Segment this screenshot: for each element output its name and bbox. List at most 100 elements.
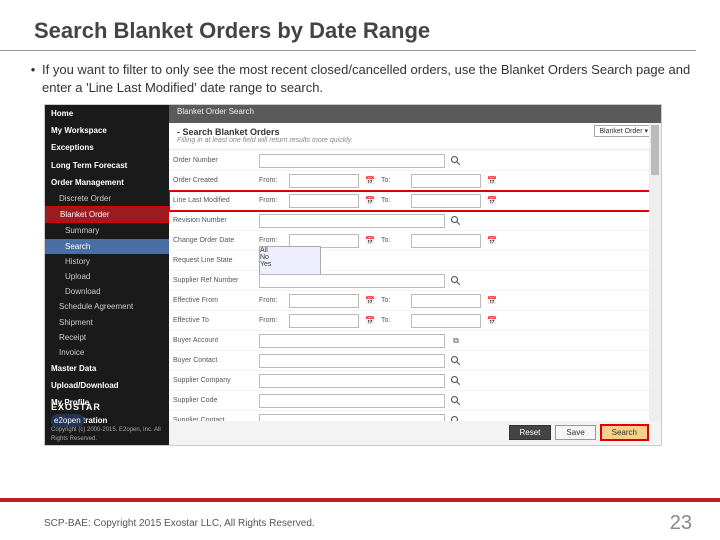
search-icon[interactable] <box>449 214 463 228</box>
nav-invoice[interactable]: Invoice <box>45 345 169 360</box>
search-icon[interactable] <box>449 394 463 408</box>
supplier-company-input[interactable] <box>259 374 445 388</box>
lbl-from: From: <box>259 177 285 184</box>
nav-exceptions[interactable]: Exceptions <box>45 139 169 156</box>
calendar-icon[interactable]: 📅 <box>485 174 499 188</box>
button-bar: Reset Save Search <box>169 423 653 441</box>
reset-button[interactable]: Reset <box>509 425 552 440</box>
effective-to-from[interactable] <box>289 314 359 328</box>
content-subtitle: Filling in at least one field will retur… <box>177 137 653 144</box>
lbl-supplier-code: Supplier Code <box>173 397 255 404</box>
e2open-logo: e2open <box>51 414 84 427</box>
nav-shipment[interactable]: Shipment <box>45 315 169 330</box>
save-button[interactable]: Save <box>555 425 595 440</box>
supplier-code-input[interactable] <box>259 394 445 408</box>
line-modified-from[interactable] <box>289 194 359 208</box>
exostar-logo: EXOSTAR <box>51 401 101 414</box>
revision-number-input[interactable] <box>259 214 445 228</box>
nav-upload[interactable]: Upload <box>45 269 169 284</box>
lbl-req-line-state: Request Line State <box>173 257 255 264</box>
row-order-number: Order Number <box>169 151 653 171</box>
change-date-to[interactable] <box>411 234 481 248</box>
content-header: - Search Blanket Orders Filling in at le… <box>169 123 661 148</box>
row-effective-to: Effective To From: 📅 To: 📅 <box>169 311 653 331</box>
search-icon[interactable] <box>449 374 463 388</box>
order-number-input[interactable] <box>259 154 445 168</box>
search-icon[interactable] <box>449 274 463 288</box>
lbl-to: To: <box>381 317 407 324</box>
order-created-from[interactable] <box>289 174 359 188</box>
nav-order-mgmt[interactable]: Order Management <box>45 174 169 191</box>
page-number: 23 <box>670 512 692 535</box>
nav-receipt[interactable]: Receipt <box>45 330 169 345</box>
calendar-icon[interactable]: 📅 <box>363 294 377 308</box>
calendar-icon[interactable]: 📅 <box>363 234 377 248</box>
line-modified-to[interactable] <box>411 194 481 208</box>
search-icon[interactable] <box>449 414 463 422</box>
row-order-created: Order Created From: 📅 To: 📅 <box>169 171 653 191</box>
scrollbar[interactable] <box>649 123 661 421</box>
effective-from-to[interactable] <box>411 294 481 308</box>
nav-workspace[interactable]: My Workspace <box>45 122 169 139</box>
supplier-ref-input[interactable] <box>259 274 445 288</box>
blanket-order-picker[interactable]: Blanket Order ▾ <box>594 125 653 137</box>
nav-discrete[interactable]: Discrete Order <box>45 191 169 206</box>
footer-copyright: SCP-BAE: Copyright 2015 Exostar LLC, All… <box>44 518 315 529</box>
effective-to-to[interactable] <box>411 314 481 328</box>
lbl-buyer-contact: Buyer Contact <box>173 357 255 364</box>
calendar-icon[interactable]: 📅 <box>363 174 377 188</box>
search-button[interactable]: Search <box>600 424 649 441</box>
lbl-from: From: <box>259 317 285 324</box>
lbl-supplier-ref: Supplier Ref Number <box>173 277 255 284</box>
lbl-supplier-company: Supplier Company <box>173 377 255 384</box>
calendar-icon[interactable]: 📅 <box>485 194 499 208</box>
nav-download[interactable]: Download <box>45 284 169 299</box>
bullet-row: • If you want to filter to only see the … <box>0 61 720 96</box>
row-supplier-company: Supplier Company <box>169 371 653 391</box>
calendar-icon[interactable]: 📅 <box>485 314 499 328</box>
sidebar-copyright: Copyright (c) 2000-2015. E2open, Inc. Al… <box>51 426 169 443</box>
copy-icon[interactable]: ⧉ <box>449 334 463 348</box>
row-line-last-modified: Line Last Modified From: 📅 To: 📅 <box>169 191 653 211</box>
nav-master-data[interactable]: Master Data <box>45 360 169 377</box>
row-supplier-code: Supplier Code <box>169 391 653 411</box>
search-icon[interactable] <box>449 354 463 368</box>
buyer-account-input[interactable] <box>259 334 445 348</box>
request-line-state-select[interactable]: All No Yes <box>259 246 321 276</box>
row-buyer-account: Buyer Account ⧉ <box>169 331 653 351</box>
nav-summary[interactable]: Summary <box>45 223 169 238</box>
supplier-contact-input[interactable] <box>259 414 445 422</box>
calendar-icon[interactable]: 📅 <box>363 314 377 328</box>
scrollbar-thumb[interactable] <box>651 125 659 175</box>
lbl-to: To: <box>381 297 407 304</box>
lbl-buyer-account: Buyer Account <box>173 337 255 344</box>
row-revision-number: Revision Number <box>169 211 653 231</box>
lbl-effective-to: Effective To <box>173 317 255 324</box>
nav-updown[interactable]: Upload/Download <box>45 377 169 394</box>
buyer-contact-input[interactable] <box>259 354 445 368</box>
search-form: Order Number Order Created From: 📅 To: 📅… <box>169 151 653 421</box>
nav-blanket-order[interactable]: Blanket Order <box>45 206 169 223</box>
screenshot: Home My Workspace Exceptions Long Term F… <box>44 104 662 446</box>
lbl-to: To: <box>381 237 407 244</box>
nav-search[interactable]: Search <box>45 239 169 254</box>
order-created-to[interactable] <box>411 174 481 188</box>
lbl-to: To: <box>381 177 407 184</box>
calendar-icon[interactable]: 📅 <box>485 234 499 248</box>
effective-from-from[interactable] <box>289 294 359 308</box>
nav-home[interactable]: Home <box>45 105 169 122</box>
calendar-icon[interactable]: 📅 <box>363 194 377 208</box>
calendar-icon[interactable]: 📅 <box>485 294 499 308</box>
lbl-from: From: <box>259 297 285 304</box>
nav-history[interactable]: History <box>45 254 169 269</box>
bullet-text: If you want to filter to only see the mo… <box>42 61 692 96</box>
nav-ltf[interactable]: Long Term Forecast <box>45 157 169 174</box>
lbl-order-created: Order Created <box>173 177 255 184</box>
lbl-effective-from: Effective From <box>173 297 255 304</box>
row-buyer-contact: Buyer Contact <box>169 351 653 371</box>
slide-title: Search Blanket Orders by Date Range <box>0 0 696 51</box>
search-icon[interactable] <box>449 154 463 168</box>
lbl-change-order-date: Change Order Date <box>173 237 255 244</box>
lbl-to: To: <box>381 197 407 204</box>
nav-schedule[interactable]: Schedule Agreement <box>45 299 169 314</box>
